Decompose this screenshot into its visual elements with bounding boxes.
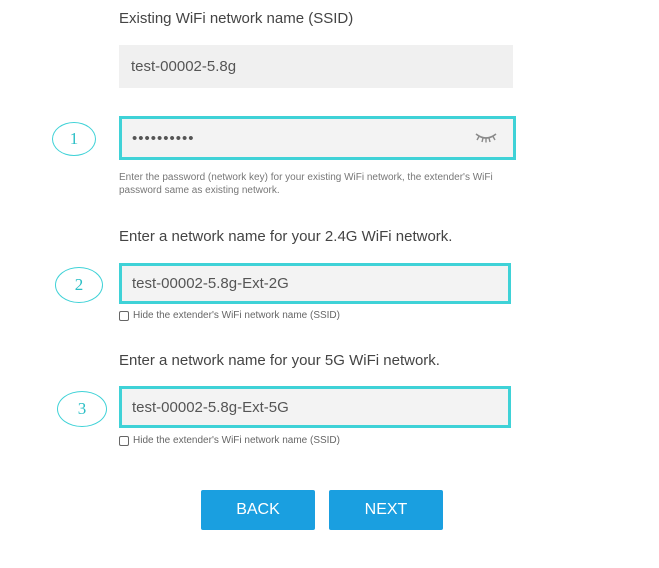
hide-ssid-2g-checkbox[interactable] [119, 310, 129, 321]
hide-ssid-2g-label: Hide the extender's WiFi network name (S… [133, 310, 340, 321]
back-button[interactable]: BACK [201, 490, 315, 530]
ssid-2g-input[interactable] [119, 263, 511, 304]
ssid-5g-input[interactable] [119, 386, 511, 428]
hide-ssid-2g-row[interactable]: Hide the extender's WiFi network name (S… [119, 310, 340, 321]
step-1-marker: 1 [52, 122, 96, 156]
hide-ssid-5g-label: Hide the extender's WiFi network name (S… [133, 435, 340, 446]
eye-closed-icon[interactable] [473, 128, 499, 146]
password-help-text: Enter the password (network key) for you… [119, 172, 493, 196]
hide-ssid-5g-row[interactable]: Hide the extender's WiFi network name (S… [119, 435, 340, 446]
network-5g-label: Enter a network name for your 5G WiFi ne… [119, 352, 440, 369]
next-button[interactable]: NEXT [329, 490, 443, 530]
existing-ssid-field: test-00002-5.8g [119, 45, 513, 88]
step-2-marker: 2 [55, 267, 103, 303]
password-input[interactable] [119, 116, 516, 160]
network-2g-label: Enter a network name for your 2.4G WiFi … [119, 228, 453, 245]
step-3-marker: 3 [57, 391, 107, 427]
hide-ssid-5g-checkbox[interactable] [119, 435, 129, 446]
existing-ssid-label: Existing WiFi network name (SSID) [119, 10, 354, 27]
